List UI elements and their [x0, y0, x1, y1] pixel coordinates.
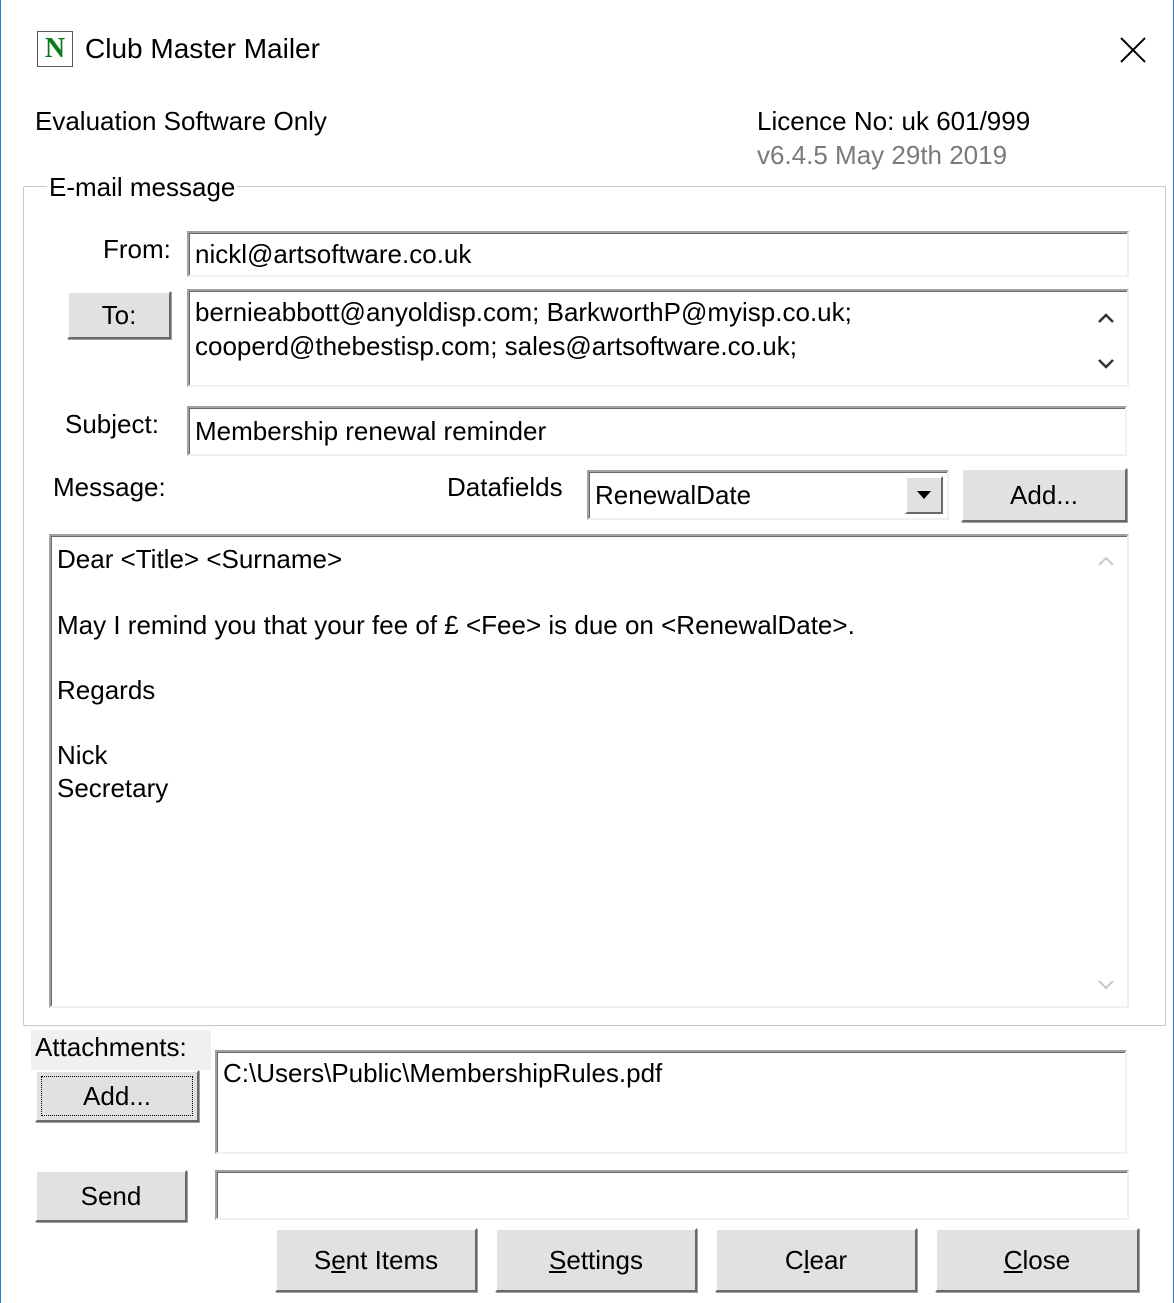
settings-button[interactable]: Settings [495, 1228, 697, 1292]
from-field[interactable]: nickl@artsoftware.co.uk [187, 231, 1129, 277]
from-label: From: [103, 234, 171, 264]
send-button-label: Send [80, 1180, 142, 1211]
close-button[interactable]: Close [935, 1228, 1139, 1292]
add-attachment-button[interactable]: Add... [35, 1070, 199, 1122]
chevron-up-icon[interactable] [1091, 546, 1121, 576]
chevron-down-icon[interactable] [1091, 970, 1121, 1000]
group-legend: E-mail message [47, 172, 238, 203]
to-button-label: To: [101, 299, 137, 330]
to-button[interactable]: To: [67, 291, 171, 339]
message-line: Regards [57, 675, 156, 705]
add-datafield-label: Add... [1010, 479, 1078, 510]
clear-label: Clear [784, 1244, 848, 1275]
message-line: May I remind you that your fee of £ <Fee… [57, 610, 855, 640]
close-label: Close [1003, 1244, 1071, 1275]
chevron-down-icon[interactable] [905, 476, 943, 514]
sent-items-button[interactable]: Sent Items [275, 1228, 477, 1292]
settings-label: Settings [549, 1244, 643, 1275]
mailer-window: N Club Master Mailer Evaluation Software… [0, 0, 1174, 1303]
subject-field[interactable]: Membership renewal reminder [187, 406, 1127, 456]
clear-button[interactable]: Clear [715, 1228, 917, 1292]
app-icon: N [37, 31, 73, 67]
chevron-down-icon[interactable] [1091, 349, 1121, 379]
window-title: Club Master Mailer [85, 33, 320, 64]
close-icon[interactable] [1111, 30, 1151, 70]
message-line: Dear <Title> <Surname> [57, 544, 343, 574]
app-icon-letter: N [44, 33, 66, 64]
evaluation-notice: Evaluation Software Only [35, 106, 327, 136]
message-label: Message: [53, 472, 166, 502]
to-field[interactable]: bernieabbott@anyoldisp.com; BarkworthP@m… [187, 289, 1129, 387]
from-value: nickl@artsoftware.co.uk [195, 239, 472, 269]
attachments-label: Attachments: [35, 1032, 187, 1062]
to-line-1: bernieabbott@anyoldisp.com; BarkworthP@m… [195, 297, 852, 327]
datafields-label: Datafields [447, 472, 563, 502]
add-attachment-label: Add... [83, 1080, 151, 1111]
chevron-up-icon[interactable] [1091, 303, 1121, 333]
attachment-item[interactable]: C:\Users\Public\MembershipRules.pdf [223, 1056, 662, 1090]
send-button[interactable]: Send [35, 1170, 187, 1222]
add-datafield-button[interactable]: Add... [961, 468, 1127, 522]
subject-value: Membership renewal reminder [195, 416, 547, 446]
send-status-field [215, 1170, 1129, 1220]
sent-items-label: Sent Items [313, 1244, 439, 1275]
subject-label: Subject: [65, 409, 159, 439]
message-body[interactable]: Dear <Title> <Surname> May I remind you … [49, 534, 1129, 1008]
datafields-select[interactable]: RenewalDate [587, 470, 949, 520]
message-line: Secretary [57, 773, 169, 803]
licence-number: Licence No: uk 601/999 [757, 106, 1031, 136]
version-text: v6.4.5 May 29th 2019 [757, 140, 1008, 170]
attachments-list[interactable]: C:\Users\Public\MembershipRules.pdf [215, 1050, 1127, 1154]
to-line-2: cooperd@thebestisp.com; sales@artsoftwar… [195, 331, 797, 361]
message-line: Nick [57, 740, 108, 770]
datafields-selected: RenewalDate [595, 480, 752, 510]
